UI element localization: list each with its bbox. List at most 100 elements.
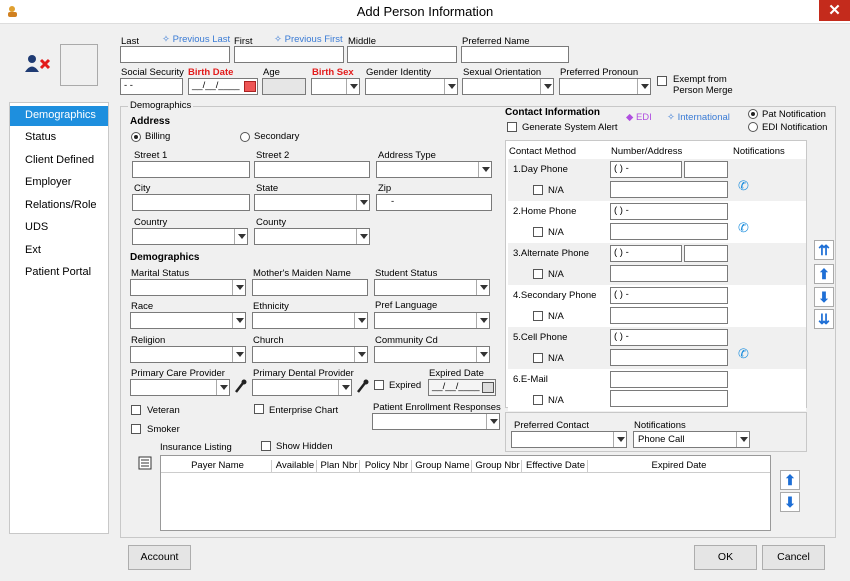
preferred-name-input[interactable] <box>461 46 569 63</box>
chevron-down-icon <box>216 380 229 395</box>
insurance-up-button[interactable]: ⬆ <box>780 470 800 490</box>
document-icon[interactable] <box>138 456 152 470</box>
preferred-pronoun-select[interactable] <box>559 78 651 95</box>
alternate-phone-note-input[interactable] <box>610 265 728 282</box>
eyedropper-icon[interactable] <box>355 379 369 395</box>
religion-select[interactable] <box>130 346 246 363</box>
church-select[interactable] <box>252 346 368 363</box>
calendar-icon[interactable] <box>482 382 494 393</box>
exempt-checkbox[interactable] <box>657 76 667 86</box>
state-select[interactable] <box>254 194 370 211</box>
alternate-phone-input[interactable]: ( ) - <box>610 245 682 262</box>
pdp-select[interactable] <box>252 379 352 396</box>
show-hidden-checkbox[interactable] <box>261 441 271 451</box>
email-note-input[interactable] <box>610 390 728 407</box>
move-down-button[interactable]: ⬇ <box>814 287 834 307</box>
ethnicity-select[interactable] <box>252 312 368 329</box>
race-select[interactable] <box>130 312 246 329</box>
pcp-select[interactable] <box>130 379 230 396</box>
account-button[interactable]: Account <box>128 545 191 570</box>
zip-input[interactable]: - <box>376 194 492 211</box>
veteran-checkbox[interactable] <box>131 405 141 415</box>
pref-language-select[interactable] <box>374 312 490 329</box>
cell-phone-note-input[interactable] <box>610 349 728 366</box>
secondary-radio[interactable] <box>240 132 250 142</box>
smoker-checkbox[interactable] <box>131 424 141 434</box>
sidebar-item-employer[interactable]: Employer <box>10 173 108 193</box>
phone-icon[interactable]: ✆ <box>738 346 749 362</box>
day-phone-na-checkbox[interactable] <box>533 185 543 195</box>
insurance-down-button[interactable]: ⬇ <box>780 492 800 512</box>
enterprise-checkbox[interactable] <box>254 404 264 414</box>
person-remove-icon[interactable] <box>24 54 52 74</box>
col-number-address: Number/Address <box>611 146 683 157</box>
marital-select[interactable] <box>130 279 246 296</box>
generate-alert-checkbox[interactable] <box>507 122 517 132</box>
previous-first-link[interactable]: ✧ Previous First <box>274 34 343 45</box>
ssn-input[interactable]: - - <box>120 78 183 95</box>
billing-radio[interactable] <box>131 132 141 142</box>
col-group-name: Group Name <box>412 460 472 472</box>
sidebar-item-client-defined[interactable]: Client Defined <box>10 151 108 171</box>
double-down-arrow-icon: ⇊ <box>818 311 830 327</box>
secondary-phone-note-input[interactable] <box>610 307 728 324</box>
pat-notification-radio[interactable] <box>748 109 758 119</box>
enrollment-select[interactable] <box>372 413 500 430</box>
photo-box[interactable] <box>60 44 98 86</box>
alternate-phone-ext-input[interactable] <box>684 245 728 262</box>
edi-notification-radio[interactable] <box>748 122 758 132</box>
last-name-input[interactable] <box>120 46 230 63</box>
middle-name-input[interactable] <box>347 46 457 63</box>
phone-icon[interactable]: ✆ <box>738 220 749 236</box>
first-name-input[interactable] <box>234 46 344 63</box>
sexual-orientation-select[interactable] <box>462 78 554 95</box>
city-input[interactable] <box>132 194 250 211</box>
close-button[interactable]: ✕ <box>819 0 850 21</box>
alternate-phone-na-checkbox[interactable] <box>533 269 543 279</box>
international-link[interactable]: ✧ International <box>667 112 730 123</box>
phone-icon[interactable]: ✆ <box>738 178 749 194</box>
community-select[interactable] <box>374 346 490 363</box>
county-select[interactable] <box>254 228 370 245</box>
previous-last-link[interactable]: ✧ Previous Last <box>162 34 230 45</box>
move-up-button[interactable]: ⬆ <box>814 264 834 284</box>
edi-link[interactable]: ◆ EDI <box>626 112 652 123</box>
maiden-input[interactable] <box>252 279 368 296</box>
chevron-down-icon <box>476 313 489 328</box>
cancel-button[interactable]: Cancel <box>762 545 825 570</box>
home-phone-note-input[interactable] <box>610 223 728 240</box>
home-phone-na-checkbox[interactable] <box>533 227 543 237</box>
eyedropper-icon[interactable] <box>233 379 247 395</box>
city-label: City <box>134 183 151 194</box>
cell-phone-na-checkbox[interactable] <box>533 353 543 363</box>
birth-sex-select[interactable] <box>311 78 360 95</box>
move-bottom-button[interactable]: ⇊ <box>814 309 834 329</box>
sidebar-item-uds[interactable]: UDS <box>10 218 108 238</box>
day-phone-note-input[interactable] <box>610 181 728 198</box>
notifications-select[interactable]: Phone Call <box>633 431 750 448</box>
street1-input[interactable] <box>132 161 250 178</box>
email-input[interactable] <box>610 371 728 388</box>
day-phone-input[interactable]: ( ) - <box>610 161 682 178</box>
secondary-phone-na-checkbox[interactable] <box>533 311 543 321</box>
gender-identity-select[interactable] <box>365 78 458 95</box>
cell-phone-input[interactable]: ( ) - <box>610 329 728 346</box>
calendar-icon[interactable] <box>244 81 256 92</box>
sidebar-item-patient-portal[interactable]: Patient Portal <box>10 263 108 283</box>
country-select[interactable] <box>132 228 248 245</box>
move-top-button[interactable]: ⇈ <box>814 240 834 260</box>
preferred-contact-select[interactable] <box>511 431 627 448</box>
student-select[interactable] <box>374 279 490 296</box>
sidebar-item-relations[interactable]: Relations/Role <box>10 196 108 216</box>
street2-input[interactable] <box>254 161 370 178</box>
sidebar-item-demographics[interactable]: Demographics <box>10 106 108 126</box>
expired-checkbox[interactable] <box>374 380 384 390</box>
address-type-select[interactable] <box>376 161 492 178</box>
home-phone-input[interactable]: ( ) - <box>610 203 728 220</box>
sidebar-item-ext[interactable]: Ext <box>10 241 108 261</box>
secondary-phone-input[interactable]: ( ) - <box>610 287 728 304</box>
sidebar-item-status[interactable]: Status <box>10 128 108 148</box>
email-na-checkbox[interactable] <box>533 395 543 405</box>
day-phone-ext-input[interactable] <box>684 161 728 178</box>
ok-button[interactable]: OK <box>694 545 757 570</box>
